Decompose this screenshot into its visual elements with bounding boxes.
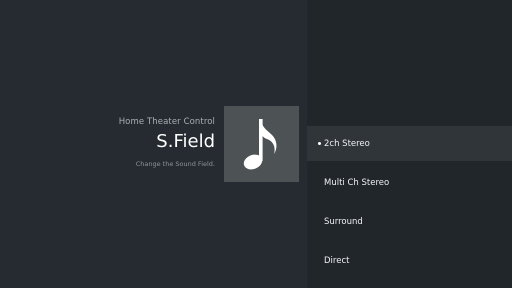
options-pane: 2ch Stereo Multi Ch Stereo Surround Dire…: [307, 0, 512, 288]
icon-tile: [224, 106, 299, 182]
option-label: 2ch Stereo: [324, 138, 370, 149]
option-2ch-stereo[interactable]: 2ch Stereo: [307, 126, 512, 161]
header-block: Home Theater Control S.Field Change the …: [15, 116, 215, 169]
option-label: Multi Ch Stereo: [324, 177, 390, 188]
page-title: S.Field: [156, 131, 215, 152]
selected-bullet-icon: [318, 142, 321, 145]
option-surround[interactable]: Surround: [307, 204, 512, 239]
music-note-icon: [243, 119, 276, 170]
option-multi-ch-stereo[interactable]: Multi Ch Stereo: [307, 165, 512, 200]
option-label: Direct: [324, 255, 350, 266]
breadcrumb: Home Theater Control: [118, 117, 215, 127]
option-label: Surround: [324, 216, 363, 227]
option-direct[interactable]: Direct: [307, 243, 512, 278]
page-description: Change the Sound Field.: [135, 160, 215, 168]
sound-field-options: 2ch Stereo Multi Ch Stereo Surround Dire…: [307, 126, 512, 282]
details-pane: Home Theater Control S.Field Change the …: [0, 0, 307, 288]
